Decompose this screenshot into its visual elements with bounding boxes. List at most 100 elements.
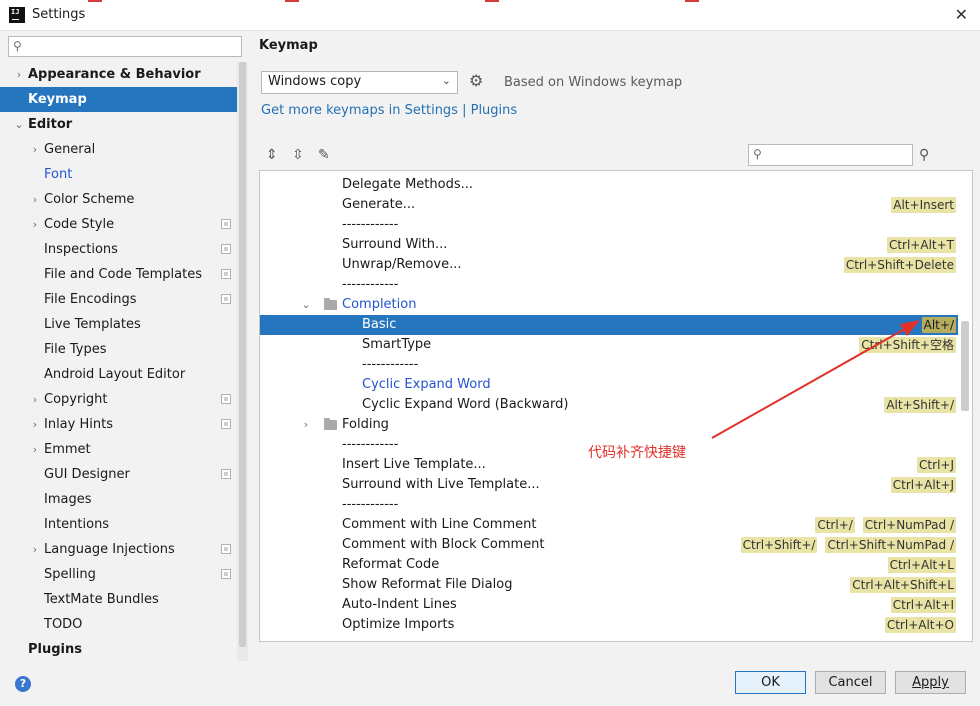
sidebar-item-file-and-code-templates[interactable]: File and Code Templates <box>0 262 248 287</box>
chevron-right-icon[interactable]: › <box>300 415 312 435</box>
sidebar-item-font[interactable]: Font <box>0 162 248 187</box>
cancel-button[interactable]: Cancel <box>815 671 886 694</box>
shortcut-badge: Ctrl+/ <box>815 517 855 533</box>
action-label: ------------ <box>362 357 419 372</box>
keymap-select[interactable]: Windows copy ⌄ <box>261 71 458 94</box>
sidebar-item-file-types[interactable]: File Types <box>0 337 248 362</box>
project-scope-icon <box>221 394 231 404</box>
separator-row[interactable]: ------------ <box>260 275 958 295</box>
sidebar-item-gui-designer[interactable]: GUI Designer <box>0 462 248 487</box>
sidebar-item-intentions[interactable]: Intentions <box>0 512 248 537</box>
action-row-folding[interactable]: › Folding <box>260 415 958 435</box>
keymap-select-value: Windows copy <box>268 74 362 89</box>
project-scope-icon <box>221 219 231 229</box>
search-icon: ⚲ <box>13 39 22 53</box>
action-label: SmartType <box>362 337 432 352</box>
action-row-reformat-code[interactable]: Reformat Code Ctrl+Alt+L <box>260 555 958 575</box>
action-row-completion[interactable]: ⌄ Completion <box>260 295 958 315</box>
actions-scrollbar-thumb[interactable] <box>961 321 969 411</box>
sidebar-item-label: Intentions <box>44 517 110 532</box>
separator-row[interactable]: ------------ <box>260 215 958 235</box>
action-row-optimize-imports[interactable]: Optimize Imports Ctrl+Alt+O <box>260 615 958 635</box>
keymap-search-input[interactable]: ⚲ <box>748 144 913 166</box>
edit-pencil-icon[interactable]: ✎ <box>318 147 330 163</box>
chevron-right-icon[interactable]: › <box>13 62 25 87</box>
chevron-down-icon[interactable]: ⌄ <box>13 112 25 137</box>
sidebar-item-color-scheme[interactable]: › Color Scheme <box>0 187 248 212</box>
action-row-cyclic-expand-word-backward[interactable]: Cyclic Expand Word (Backward) Alt+Shift+/ <box>260 395 958 415</box>
sidebar-item-label: General <box>44 142 96 157</box>
action-row-surround-with[interactable]: Surround With... Ctrl+Alt+T <box>260 235 958 255</box>
sidebar-item-copyright[interactable]: › Copyright <box>0 387 248 412</box>
sidebar-item-keymap[interactable]: Keymap <box>0 87 248 112</box>
chevron-right-icon[interactable]: › <box>29 437 41 462</box>
sidebar-item-label: Live Templates <box>44 317 141 332</box>
sidebar-item-label: Copyright <box>44 392 108 407</box>
sidebar-item-android-layout-editor[interactable]: Android Layout Editor <box>0 362 248 387</box>
find-by-shortcut-icon[interactable]: ⚲ <box>919 147 929 163</box>
sidebar-item-language-injections[interactable]: › Language Injections <box>0 537 248 562</box>
chevron-right-icon[interactable]: › <box>29 137 41 162</box>
sidebar-item-label: Inspections <box>44 242 118 257</box>
chevron-down-icon[interactable]: ⌄ <box>300 295 312 315</box>
sidebar-item-appearance-behavior[interactable]: › Appearance & Behavior <box>0 62 248 87</box>
sidebar-item-plugins[interactable]: Plugins <box>0 637 248 662</box>
action-row-delegate-methods[interactable]: Delegate Methods... <box>260 175 958 195</box>
sidebar-item-emmet[interactable]: › Emmet <box>0 437 248 462</box>
chevron-right-icon[interactable]: › <box>29 387 41 412</box>
sidebar-item-textmate-bundles[interactable]: TextMate Bundles <box>0 587 248 612</box>
sidebar-scrollbar-thumb[interactable] <box>239 62 246 647</box>
chevron-right-icon[interactable]: › <box>29 187 41 212</box>
shortcut-badge: Alt+/ <box>921 317 956 333</box>
action-row-cyclic-expand-word[interactable]: Cyclic Expand Word <box>260 375 958 395</box>
sidebar-item-live-templates[interactable]: Live Templates <box>0 312 248 337</box>
sidebar-item-spelling[interactable]: Spelling <box>0 562 248 587</box>
sidebar-item-label: Plugins <box>28 642 82 657</box>
action-row-surround-with-live-template[interactable]: Surround with Live Template... Ctrl+Alt+J <box>260 475 958 495</box>
action-label: ------------ <box>342 277 399 292</box>
sidebar-item-label: Emmet <box>44 442 91 457</box>
shortcut-badge: Alt+Shift+/ <box>884 397 956 413</box>
separator-row[interactable]: ------------ <box>260 495 958 515</box>
action-label: Show Reformat File Dialog <box>342 577 513 592</box>
shortcut-list: Ctrl+Shift+/ Ctrl+Shift+NumPad / <box>733 535 956 555</box>
sidebar-item-general[interactable]: › General <box>0 137 248 162</box>
close-icon[interactable]: ✕ <box>955 5 968 24</box>
apply-button[interactable]: Apply <box>895 671 966 694</box>
keymap-panel: Keymap Windows copy ⌄ ⚙ Based on Windows… <box>248 31 980 661</box>
sidebar-item-images[interactable]: Images <box>0 487 248 512</box>
chevron-right-icon[interactable]: › <box>29 537 41 562</box>
sidebar-item-todo[interactable]: TODO <box>0 612 248 637</box>
action-row-basic[interactable]: Basic Alt+/ <box>260 315 958 335</box>
expand-all-icon[interactable]: ⇕ <box>266 147 278 163</box>
settings-search-input[interactable]: ⚲ <box>8 36 242 57</box>
shortcut-badge: Ctrl+Alt+I <box>890 597 956 613</box>
sidebar-item-inlay-hints[interactable]: › Inlay Hints <box>0 412 248 437</box>
sidebar-item-code-style[interactable]: › Code Style <box>0 212 248 237</box>
chevron-right-icon[interactable]: › <box>29 212 41 237</box>
sidebar-item-inspections[interactable]: Inspections <box>0 237 248 262</box>
shortcut-badge: Ctrl+NumPad / <box>862 517 956 533</box>
action-row-unwrap-remove[interactable]: Unwrap/Remove... Ctrl+Shift+Delete <box>260 255 958 275</box>
action-row-comment-with-line-comment[interactable]: Comment with Line Comment Ctrl+/ Ctrl+NumP… <box>260 515 958 535</box>
action-row-show-reformat-file-dialog[interactable]: Show Reformat File Dialog Ctrl+Alt+Shift+… <box>260 575 958 595</box>
settings-sidebar: ⚲ › Appearance & Behavior Keymap ⌄ Editor › Ge… <box>0 31 248 661</box>
action-label: Completion <box>342 297 417 312</box>
action-row-auto-indent-lines[interactable]: Auto-Indent Lines Ctrl+Alt+I <box>260 595 958 615</box>
chevron-right-icon[interactable]: › <box>29 412 41 437</box>
actions-tree: Delegate Methods... Generate... Alt+Insert… <box>259 170 973 642</box>
collapse-all-icon[interactable]: ⇳ <box>292 147 304 163</box>
sidebar-item-editor[interactable]: ⌄ Editor <box>0 112 248 137</box>
gear-icon[interactable]: ⚙ <box>469 71 483 90</box>
action-label: Unwrap/Remove... <box>342 257 462 272</box>
separator-row[interactable]: ------------ <box>260 355 958 375</box>
action-row-comment-with-block-comment[interactable]: Comment with Block Comment Ctrl+Shift+/Ct… <box>260 535 958 555</box>
action-label: Reformat Code <box>342 557 440 572</box>
action-row-smarttype[interactable]: SmartType Ctrl+Shift+空格 <box>260 335 958 355</box>
ok-button[interactable]: OK <box>735 671 806 694</box>
get-more-keymaps-link[interactable]: Get more keymaps in Settings | Plugins <box>261 103 517 118</box>
sidebar-item-file-encodings[interactable]: File Encodings <box>0 287 248 312</box>
help-icon[interactable]: ? <box>15 676 31 692</box>
apply-label: Apply <box>912 675 949 690</box>
action-row-generate[interactable]: Generate... Alt+Insert <box>260 195 958 215</box>
